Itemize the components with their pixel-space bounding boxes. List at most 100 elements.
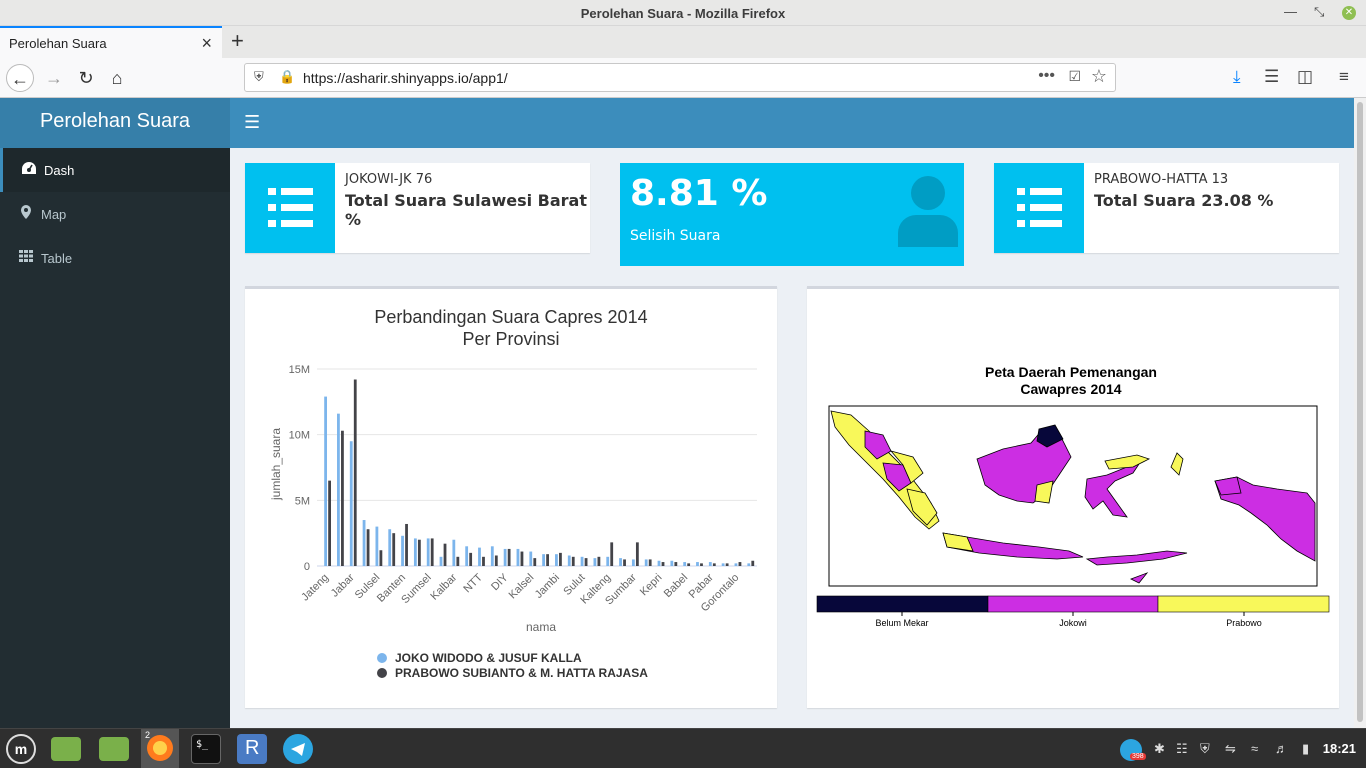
bar-jokowi[interactable] xyxy=(696,562,699,566)
legend-marker-jokowi[interactable] xyxy=(377,653,387,663)
bar-jokowi[interactable] xyxy=(465,546,469,566)
bar-jokowi[interactable] xyxy=(388,529,392,566)
bar-jokowi[interactable] xyxy=(375,526,379,566)
close-window-icon[interactable]: ✕ xyxy=(1342,6,1356,20)
bar-jokowi[interactable] xyxy=(426,538,430,566)
bar-prabowo[interactable] xyxy=(700,563,703,566)
bar-prabowo[interactable] xyxy=(661,562,665,566)
bar-jokowi[interactable] xyxy=(503,548,507,566)
legend-label-jokowi[interactable]: JOKO WIDODO & JUSUF KALLA xyxy=(395,651,582,665)
bar-jokowi[interactable] xyxy=(362,520,366,566)
bar-prabowo[interactable] xyxy=(533,558,537,566)
bar-jokowi[interactable] xyxy=(542,554,545,566)
files-icon[interactable] xyxy=(51,737,81,761)
bar-jokowi[interactable] xyxy=(452,539,456,566)
legend-marker-prabowo[interactable] xyxy=(377,668,387,678)
bar-jokowi[interactable] xyxy=(439,556,443,566)
bar-prabowo[interactable] xyxy=(597,556,601,566)
taskbar-clock[interactable]: 18:21 xyxy=(1323,741,1356,756)
scrollbar-thumb[interactable] xyxy=(1357,102,1363,722)
bar-jokowi[interactable] xyxy=(401,535,404,566)
bar-prabowo[interactable] xyxy=(379,550,383,566)
page-scrollbar[interactable] xyxy=(1354,98,1366,728)
bar-prabowo[interactable] xyxy=(430,538,434,566)
url-text[interactable]: https://asharir.shinyapps.io/app1/ xyxy=(303,70,508,86)
clipboard-icon[interactable]: ☷ xyxy=(1176,741,1188,757)
folder-icon[interactable] xyxy=(99,737,129,761)
bar-prabowo[interactable] xyxy=(456,556,460,566)
rstudio-icon[interactable]: R xyxy=(237,734,267,764)
shield-tray-icon[interactable]: ⛨ xyxy=(1200,741,1210,757)
network-icon[interactable]: ⇋ xyxy=(1225,741,1236,757)
firefox-taskbar-icon[interactable]: 2 xyxy=(141,729,179,768)
volume-icon[interactable]: ♬ xyxy=(1275,741,1288,756)
new-tab-icon[interactable]: + xyxy=(231,28,244,54)
bar-prabowo[interactable] xyxy=(584,558,588,566)
bar-jokowi[interactable] xyxy=(567,555,571,566)
bar-prabowo[interactable] xyxy=(353,379,357,566)
pocket-icon[interactable]: ☑ xyxy=(1068,68,1081,85)
bar-prabowo[interactable] xyxy=(405,523,408,566)
bar-jokowi[interactable] xyxy=(337,413,340,566)
battery-icon[interactable]: ▮ xyxy=(1302,741,1309,757)
telegram-tray-icon[interactable]: 398 xyxy=(1120,739,1146,761)
tab-close-icon[interactable]: × xyxy=(201,33,212,54)
bar-prabowo[interactable] xyxy=(341,430,344,566)
reload-icon[interactable]: ↻ xyxy=(72,64,100,92)
mint-menu-icon[interactable]: m xyxy=(6,734,36,764)
bar-jokowi[interactable] xyxy=(721,563,725,566)
legend-label-prabowo[interactable]: PRABOWO SUBIANTO & M. HATTA RAJASA xyxy=(395,666,648,680)
bar-jokowi[interactable] xyxy=(657,560,661,566)
downloads-icon[interactable]: ⤓ xyxy=(1233,67,1241,87)
bar-prabowo[interactable] xyxy=(482,556,485,566)
bar-prabowo[interactable] xyxy=(712,563,716,566)
sidebar-item-map[interactable]: Map xyxy=(0,192,230,236)
sidebar-toggle-icon[interactable]: ◫ xyxy=(1297,67,1313,87)
library-icon[interactable]: ☰ xyxy=(1264,67,1279,87)
bar-jokowi[interactable] xyxy=(631,559,635,566)
bar-prabowo[interactable] xyxy=(623,559,626,566)
bar-jokowi[interactable] xyxy=(413,538,417,566)
terminal-icon[interactable]: $_ xyxy=(191,734,221,764)
bar-prabowo[interactable] xyxy=(738,562,742,566)
bar-jokowi[interactable] xyxy=(516,548,520,566)
menu-icon[interactable]: ≡ xyxy=(1339,67,1349,87)
bar-jokowi[interactable] xyxy=(606,556,610,566)
sidebar-item-dash[interactable]: Dash xyxy=(0,148,230,192)
bar-jokowi[interactable] xyxy=(619,558,622,566)
sidebar-toggle-hamburger-icon[interactable]: ☰ xyxy=(244,112,260,133)
browser-tab[interactable]: Perolehan Suara × xyxy=(0,26,222,58)
lock-icon[interactable]: 🔒 xyxy=(279,69,295,85)
bar-jokowi[interactable] xyxy=(734,563,738,566)
bar-jokowi[interactable] xyxy=(529,551,533,566)
bar-jokowi[interactable] xyxy=(555,554,558,566)
bar-jokowi[interactable] xyxy=(580,556,584,566)
tracking-shield-icon[interactable]: ⛨ xyxy=(254,69,264,85)
forward-icon[interactable]: → xyxy=(40,64,68,92)
bar-prabowo[interactable] xyxy=(520,551,524,566)
bar-prabowo[interactable] xyxy=(751,560,755,566)
restore-icon[interactable]: ⤡ xyxy=(1314,4,1324,20)
bluetooth-icon[interactable]: ✱ xyxy=(1154,741,1165,757)
brand-logo[interactable]: Perolehan Suara xyxy=(0,98,230,148)
page-actions-icon[interactable]: ••• xyxy=(1038,67,1055,85)
bar-prabowo[interactable] xyxy=(443,543,447,566)
bar-prabowo[interactable] xyxy=(546,554,549,566)
sidebar-item-table[interactable]: Table xyxy=(0,236,230,280)
wifi-icon[interactable]: ≈ xyxy=(1251,741,1258,756)
bar-jokowi[interactable] xyxy=(670,560,674,566)
bar-jokowi[interactable] xyxy=(708,562,712,566)
bar-prabowo[interactable] xyxy=(559,552,562,566)
bar-prabowo[interactable] xyxy=(469,552,473,566)
bar-prabowo[interactable] xyxy=(507,548,511,566)
telegram-icon[interactable] xyxy=(283,734,313,764)
home-icon[interactable]: ⌂ xyxy=(103,64,131,92)
back-icon[interactable]: ← xyxy=(6,64,34,92)
bar-jokowi[interactable] xyxy=(324,396,327,566)
bar-prabowo[interactable] xyxy=(674,562,678,566)
bar-jokowi[interactable] xyxy=(683,562,687,566)
bar-prabowo[interactable] xyxy=(725,563,729,566)
bar-jokowi[interactable] xyxy=(490,546,494,566)
bar-jokowi[interactable] xyxy=(593,558,597,566)
bar-prabowo[interactable] xyxy=(366,529,370,566)
